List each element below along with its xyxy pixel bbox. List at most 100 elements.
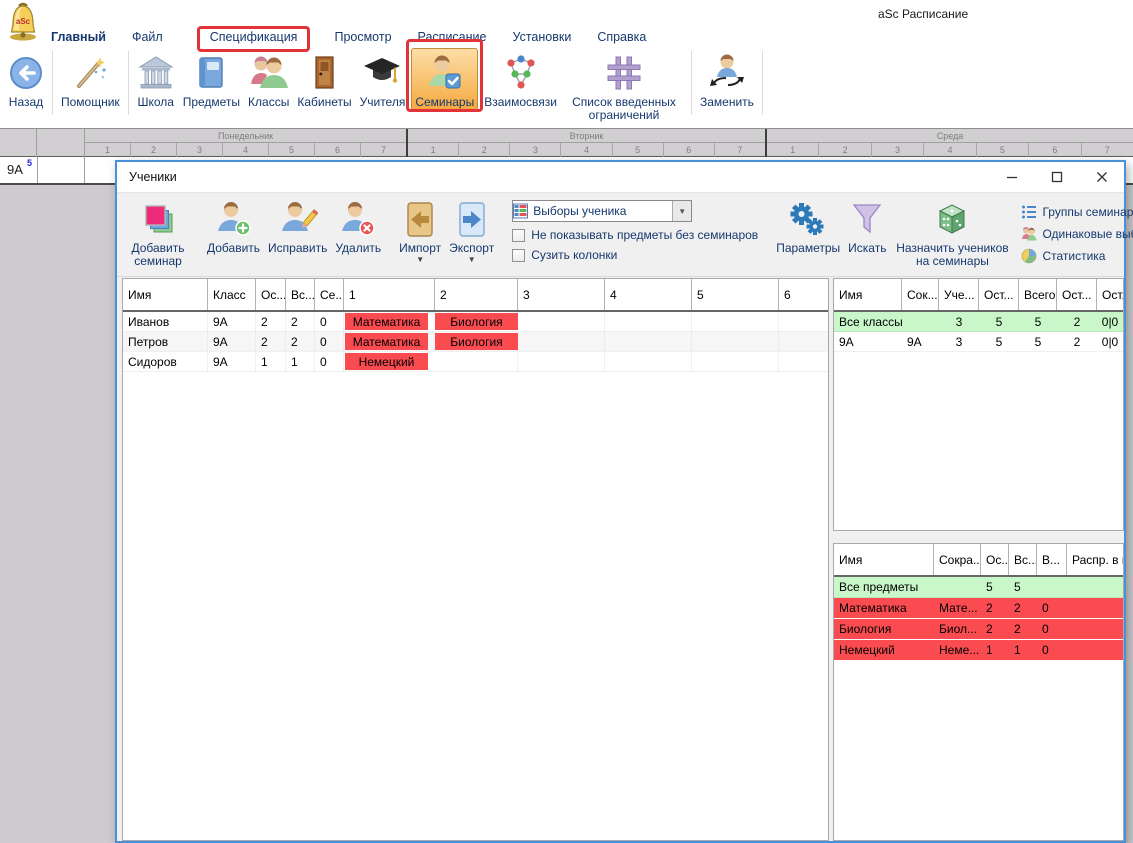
- choice-cell[interactable]: [605, 332, 692, 351]
- period-header[interactable]: 1: [85, 143, 131, 157]
- delete-student-button[interactable]: Удалить: [331, 198, 385, 256]
- classes-button[interactable]: Классы: [244, 48, 293, 111]
- student-row[interactable]: Иванов 9А 2 2 0 Математика Биология: [123, 312, 828, 332]
- maximize-button[interactable]: [1034, 162, 1079, 191]
- period-header[interactable]: 2: [819, 143, 871, 157]
- statistics-link[interactable]: Статистика: [1020, 245, 1133, 267]
- class-summary-row[interactable]: 9А 9А 3 5 5 2 0|0: [834, 332, 1123, 352]
- period-header[interactable]: 6: [1029, 143, 1081, 157]
- class-summary-row[interactable]: Все классы 3 5 5 2 0|0: [834, 312, 1123, 332]
- student-row[interactable]: Петров 9А 2 2 0 Математика Биология: [123, 332, 828, 352]
- choice-cell[interactable]: [692, 332, 779, 351]
- subject-chip[interactable]: Биология: [435, 313, 518, 330]
- period-header[interactable]: 7: [361, 143, 406, 157]
- export-button[interactable]: Экспорт ▼: [445, 198, 498, 265]
- asc-bell-logo-icon[interactable]: aSc: [6, 2, 40, 42]
- parameters-button[interactable]: Параметры: [772, 198, 844, 256]
- period-header[interactable]: 6: [315, 143, 361, 157]
- relationships-button[interactable]: Взаимосвязи: [480, 48, 561, 111]
- import-button[interactable]: Импорт ▼: [395, 198, 445, 265]
- choice-cell[interactable]: [779, 312, 828, 331]
- person-swap-icon: [707, 51, 747, 95]
- choice-cell[interactable]: [692, 312, 779, 331]
- period-header[interactable]: 4: [924, 143, 976, 157]
- wizard-button[interactable]: Помощник: [57, 48, 124, 111]
- dropdown-arrow-button[interactable]: ▼: [672, 201, 691, 221]
- menu-item-timetable[interactable]: Расписание: [418, 30, 487, 44]
- period-header[interactable]: 1: [408, 143, 459, 157]
- cell-name: Немецкий: [834, 640, 934, 660]
- subject-chip[interactable]: Математика: [345, 333, 428, 350]
- student-row[interactable]: Сидоров 9А 1 1 0 Немецкий: [123, 352, 828, 372]
- menu-item-options[interactable]: Установки: [512, 30, 571, 44]
- subject-chip[interactable]: Математика: [345, 313, 428, 330]
- constraints-list-button[interactable]: Список введенных ограничений: [561, 48, 687, 124]
- choice-cell[interactable]: [605, 352, 692, 371]
- cell-value: 2: [1009, 619, 1037, 639]
- period-header[interactable]: 3: [177, 143, 223, 157]
- replace-button[interactable]: Заменить: [696, 48, 758, 111]
- back-button[interactable]: Назад: [4, 48, 48, 111]
- separator: [762, 51, 763, 115]
- choice-cell[interactable]: [779, 352, 828, 371]
- period-header[interactable]: 3: [510, 143, 561, 157]
- period-header[interactable]: 3: [872, 143, 924, 157]
- choice-cell[interactable]: [518, 312, 605, 331]
- teachers-button[interactable]: Учителя: [356, 48, 410, 111]
- magic-wand-icon: [71, 51, 109, 95]
- period-header[interactable]: 1: [767, 143, 819, 157]
- grid-line: [84, 157, 85, 183]
- subjects-button[interactable]: Предметы: [179, 48, 244, 111]
- identical-choices-link[interactable]: Одинаковые выборы: [1020, 223, 1133, 245]
- edit-student-button[interactable]: Исправить: [264, 198, 331, 256]
- period-header[interactable]: 2: [459, 143, 510, 157]
- subject-chip[interactable]: Биология: [435, 333, 518, 350]
- toolbar-button-label: Добавить: [207, 242, 260, 255]
- choice-cell[interactable]: [518, 352, 605, 371]
- period-header[interactable]: 5: [977, 143, 1029, 157]
- rooms-button[interactable]: Кабинеты: [293, 48, 355, 111]
- menu-item-file[interactable]: Файл: [132, 30, 163, 44]
- choice-cell[interactable]: [605, 312, 692, 331]
- door-icon: [307, 51, 341, 95]
- period-header[interactable]: 2: [131, 143, 177, 157]
- dialog-title-bar[interactable]: Ученики: [117, 162, 1124, 193]
- seminars-button[interactable]: Семинары: [411, 48, 478, 111]
- choice-cell[interactable]: [435, 352, 518, 371]
- school-button[interactable]: Школа: [133, 48, 179, 111]
- add-seminar-button[interactable]: Добавить семинар: [123, 198, 193, 269]
- cell-name: Математика: [834, 598, 934, 618]
- subject-chip[interactable]: Немецкий: [345, 353, 428, 370]
- hide-subjects-checkbox[interactable]: Не показывать предметы без семинаров: [512, 228, 758, 242]
- cell-value: 5: [1019, 312, 1057, 331]
- subject-summary-row[interactable]: Биология Биол... 2 2 0: [834, 619, 1123, 640]
- subject-summary-row[interactable]: Математика Мате... 2 2 0: [834, 598, 1123, 619]
- assign-students-button[interactable]: Назначить учеников на семинары: [890, 198, 1014, 269]
- menu-item-help[interactable]: Справка: [597, 30, 646, 44]
- choice-cell[interactable]: [692, 352, 779, 371]
- period-header[interactable]: 5: [613, 143, 664, 157]
- period-header[interactable]: 6: [664, 143, 715, 157]
- close-button[interactable]: [1079, 162, 1124, 191]
- subject-summary-row[interactable]: Немецкий Неме... 1 1 0: [834, 640, 1123, 661]
- period-header[interactable]: 4: [561, 143, 612, 157]
- period-header[interactable]: 5: [269, 143, 315, 157]
- student-choices-dropdown[interactable]: Выборы ученика ▼: [512, 200, 692, 222]
- menu-item-view[interactable]: Просмотр: [334, 30, 391, 44]
- add-student-button[interactable]: Добавить: [203, 198, 264, 256]
- narrow-columns-checkbox[interactable]: Сузить колонки: [512, 248, 758, 262]
- choice-cell[interactable]: [779, 332, 828, 351]
- search-button[interactable]: Искать: [844, 198, 890, 256]
- menu-item-specification[interactable]: Спецификация: [210, 30, 298, 44]
- funnel-icon: [849, 199, 885, 241]
- period-header[interactable]: 4: [223, 143, 269, 157]
- subject-summary-row[interactable]: Все предметы 5 5: [834, 577, 1123, 598]
- menu-item-main[interactable]: Главный: [51, 30, 106, 44]
- period-header[interactable]: 7: [715, 143, 765, 157]
- cell-value: 0: [1037, 598, 1067, 618]
- minimize-button[interactable]: [989, 162, 1034, 191]
- period-header[interactable]: 7: [1082, 143, 1133, 157]
- cell-abbr: Биол...: [934, 619, 981, 639]
- choice-cell[interactable]: [518, 332, 605, 351]
- seminar-groups-link[interactable]: Группы семинаров: [1020, 201, 1133, 223]
